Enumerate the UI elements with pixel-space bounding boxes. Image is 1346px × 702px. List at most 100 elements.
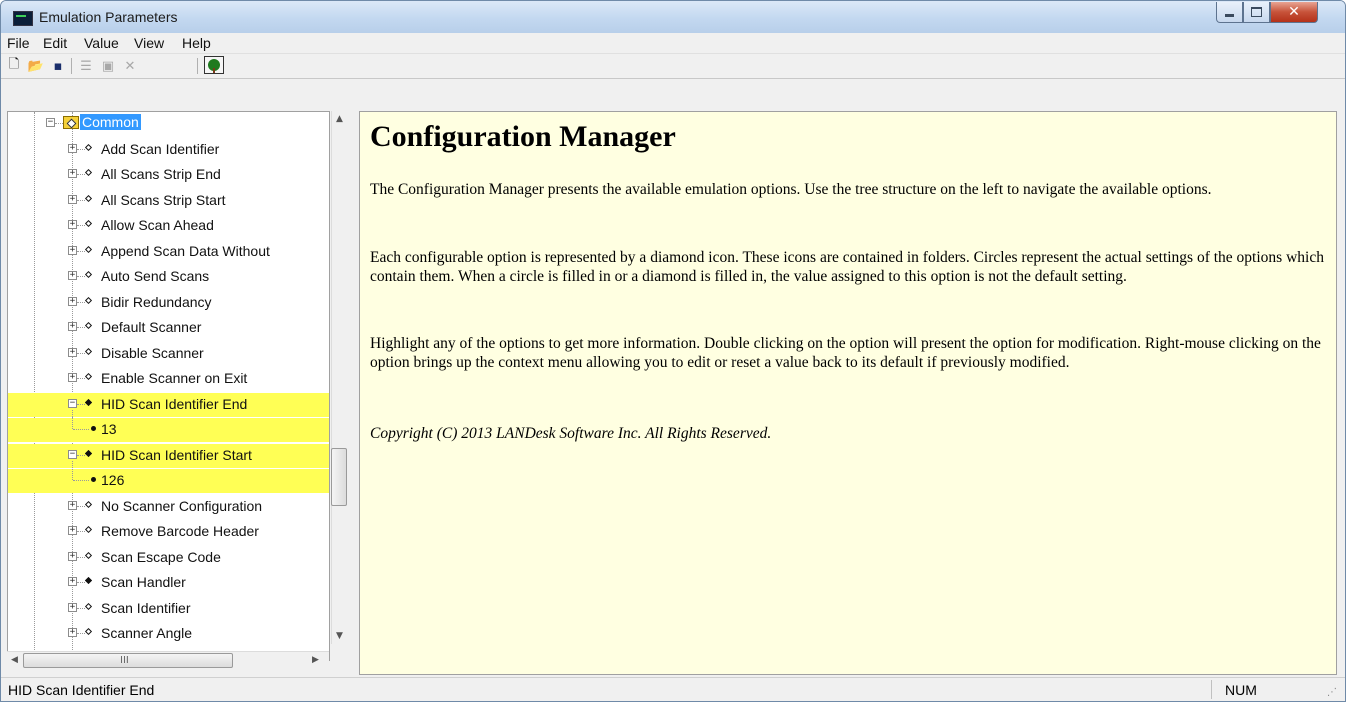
expand-icon[interactable]: + bbox=[68, 526, 77, 535]
expand-icon[interactable]: + bbox=[68, 169, 77, 178]
collapse-icon[interactable]: − bbox=[46, 118, 55, 127]
collapse-icon[interactable]: − bbox=[68, 449, 77, 459]
tree-vertical-scrollbar[interactable]: ▲ ▼ bbox=[331, 111, 349, 644]
expand-icon[interactable]: + bbox=[68, 628, 77, 637]
tree-item-scanner-angle[interactable]: + Scanner Angle bbox=[8, 622, 329, 646]
diamond-icon bbox=[84, 143, 93, 151]
tree-connector bbox=[77, 531, 85, 532]
tree-folder-common[interactable]: − Common bbox=[8, 112, 329, 136]
maximize-button[interactable] bbox=[1243, 2, 1270, 23]
scroll-right-icon[interactable]: ▶ bbox=[312, 655, 319, 665]
save-icon[interactable]: ▪ bbox=[49, 57, 67, 75]
tree-value-hid-scan-identifier-start[interactable]: 126 bbox=[8, 461, 329, 493]
tree-item-label: Auto Send Scans bbox=[101, 268, 210, 284]
properties-icon[interactable]: ▣ bbox=[99, 57, 117, 75]
list-icon[interactable]: ☰ bbox=[77, 57, 95, 75]
menu-bar: File Edit Value View Help bbox=[1, 33, 1345, 54]
diamond-icon bbox=[84, 219, 93, 228]
delete-icon[interactable]: ✕ bbox=[121, 57, 139, 75]
title-bar[interactable]: Emulation Parameters ✕ bbox=[1, 1, 1345, 33]
tree-item-enable-scanner-on-exit[interactable]: + Enable Scanner on Exit bbox=[8, 367, 329, 391]
tree-connector bbox=[77, 352, 85, 354]
tree-item-label: HID Scan Identifier Start bbox=[101, 446, 252, 463]
diamond-filled-icon bbox=[84, 398, 93, 406]
tree-value-label: 13 bbox=[101, 421, 117, 437]
minimize-button[interactable] bbox=[1216, 2, 1243, 23]
content-paragraph-1: The Configuration Manager presents the a… bbox=[370, 181, 1212, 198]
expand-icon[interactable]: + bbox=[68, 194, 77, 204]
diamond-icon bbox=[84, 551, 93, 559]
diamond-icon bbox=[84, 500, 93, 508]
folder-icon bbox=[63, 116, 79, 129]
tree-item-label: Default Scanner bbox=[101, 319, 202, 335]
scroll-down-icon[interactable]: ▼ bbox=[336, 631, 343, 641]
close-button[interactable]: ✕ bbox=[1270, 2, 1318, 23]
resize-grip-icon[interactable]: ⋰ bbox=[1327, 687, 1337, 698]
expand-icon[interactable]: + bbox=[68, 322, 77, 331]
tree-item-scan-handler[interactable]: + Scan Handler bbox=[8, 571, 329, 595]
tree-item-no-scanner-configuration[interactable]: + No Scanner Configuration bbox=[8, 495, 329, 519]
new-file-icon[interactable]: 🗋 bbox=[5, 57, 23, 75]
tree-item-all-scans-strip-end[interactable]: + All Scans Strip End bbox=[8, 163, 329, 187]
expand-icon[interactable]: + bbox=[68, 500, 77, 510]
horizontal-scroll-thumb[interactable]: III bbox=[23, 653, 233, 668]
tree-item-label: No Scanner Configuration bbox=[101, 497, 263, 514]
tree-connector bbox=[77, 225, 85, 226]
diamond-icon bbox=[84, 372, 93, 381]
status-bar: HID Scan Identifier End NUM bbox=[1, 677, 1345, 701]
scroll-left-icon[interactable]: ◀ bbox=[11, 655, 18, 665]
tree-item-hid-scan-identifier-start[interactable]: − HID Scan Identifier Start bbox=[8, 443, 329, 468]
tree-item-add-scan-identifier[interactable]: + Add Scan Identifier bbox=[8, 138, 329, 162]
tree-item-scan-identifier[interactable]: + Scan Identifier bbox=[8, 597, 329, 621]
diamond-icon bbox=[84, 168, 93, 177]
menu-edit[interactable]: Edit bbox=[43, 35, 67, 51]
expand-icon[interactable]: + bbox=[68, 220, 77, 229]
open-folder-icon[interactable]: 📂 bbox=[27, 57, 45, 75]
expand-icon[interactable]: + bbox=[68, 143, 77, 153]
menu-value[interactable]: Value bbox=[84, 35, 119, 51]
tree-value-hid-scan-identifier-end[interactable]: 13 bbox=[8, 410, 329, 442]
tree-item-scan-escape-code[interactable]: + Scan Escape Code bbox=[8, 546, 329, 570]
tree-connector bbox=[55, 123, 63, 124]
expand-icon[interactable]: + bbox=[68, 373, 77, 382]
tree-label-common: Common bbox=[80, 114, 141, 130]
menu-file[interactable]: File bbox=[7, 35, 30, 51]
expand-icon[interactable]: + bbox=[68, 271, 77, 280]
options-tree[interactable]: − Common + Add Scan Identifier + All Scans St… bbox=[7, 111, 330, 661]
tree-item-remove-barcode-header[interactable]: + Remove Barcode Header bbox=[8, 520, 329, 544]
tree-item-disable-scanner[interactable]: + Disable Scanner bbox=[8, 342, 329, 366]
menu-view[interactable]: View bbox=[134, 35, 164, 51]
tree-connector bbox=[73, 429, 89, 430]
tree-item-auto-send-scans[interactable]: + Auto Send Scans bbox=[8, 265, 329, 289]
tree-connector bbox=[72, 410, 73, 429]
content-paragraph-2: Each configurable option is represented … bbox=[370, 249, 1324, 285]
minimize-icon bbox=[1225, 13, 1234, 17]
vertical-scroll-thumb[interactable] bbox=[331, 448, 347, 506]
tree-item-default-scanner[interactable]: + Default Scanner bbox=[8, 316, 329, 340]
collapse-icon[interactable]: − bbox=[68, 398, 77, 408]
expand-icon[interactable]: + bbox=[68, 245, 77, 255]
maximize-icon bbox=[1251, 7, 1262, 17]
tree-connector bbox=[77, 250, 85, 252]
diamond-icon bbox=[84, 296, 93, 304]
tree-item-all-scans-strip-start[interactable]: + All Scans Strip Start bbox=[8, 189, 329, 213]
menu-help[interactable]: Help bbox=[182, 35, 211, 51]
tree-item-label: Scan Escape Code bbox=[101, 548, 221, 565]
tree-item-append-scan-data-without[interactable]: + Append Scan Data Without bbox=[8, 240, 329, 264]
expand-icon[interactable]: + bbox=[68, 551, 77, 561]
tree-item-allow-scan-ahead[interactable]: + Allow Scan Ahead bbox=[8, 214, 329, 238]
expand-icon[interactable]: + bbox=[68, 602, 77, 612]
scroll-up-icon[interactable]: ▲ bbox=[336, 114, 343, 124]
expand-icon[interactable]: + bbox=[68, 347, 77, 357]
content-paragraph-3: Highlight any of the options to get more… bbox=[370, 335, 1321, 371]
expand-icon[interactable]: + bbox=[68, 296, 77, 306]
tree-item-hid-scan-identifier-end[interactable]: − HID Scan Identifier End bbox=[8, 392, 329, 417]
tree-item-bidir-redundancy[interactable]: + Bidir Redundancy bbox=[8, 291, 329, 315]
tree-item-label: Append Scan Data Without bbox=[101, 242, 270, 259]
tree-item-label: Enable Scanner on Exit bbox=[101, 370, 248, 386]
tree-item-label: All Scans Strip End bbox=[101, 166, 221, 182]
expand-icon[interactable]: + bbox=[68, 577, 77, 586]
tree-connector bbox=[77, 327, 85, 328]
diamond-icon bbox=[84, 627, 93, 636]
tree-view-icon[interactable] bbox=[204, 56, 224, 74]
